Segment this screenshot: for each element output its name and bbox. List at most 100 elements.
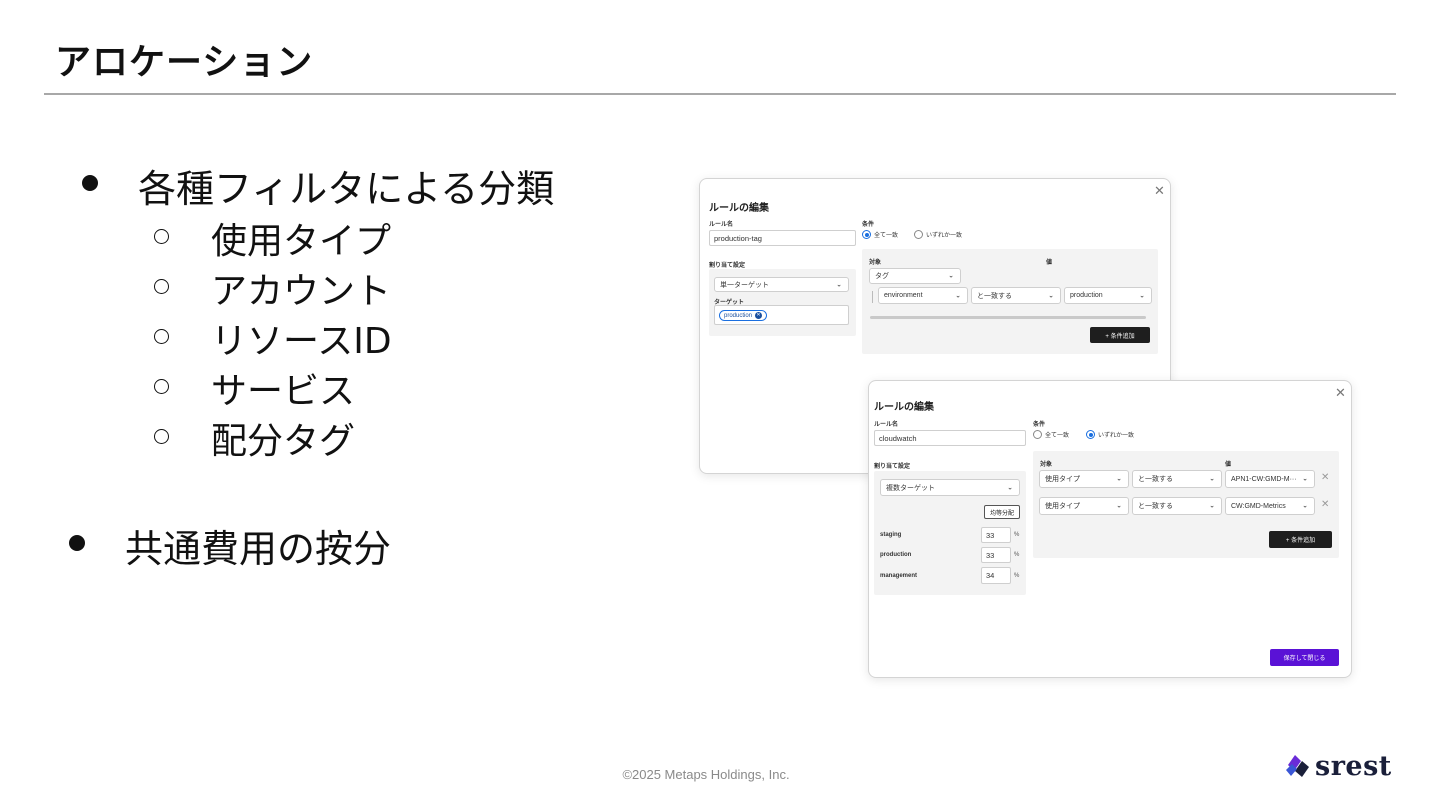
target-name: production bbox=[880, 552, 912, 558]
condition-target-select[interactable]: 使用タイプ ⌄ bbox=[1039, 497, 1129, 515]
sub-bullet-text: アカウント bbox=[211, 271, 392, 312]
sub-bullet-ring bbox=[154, 429, 169, 444]
target-name: staging bbox=[880, 532, 902, 538]
tag-key-select[interactable]: environment ⌄ bbox=[878, 287, 968, 304]
remove-icon[interactable]: ✕ bbox=[1321, 499, 1329, 510]
col-target-label: 対象 bbox=[1040, 462, 1053, 468]
operator-value: と一致する bbox=[1138, 476, 1173, 483]
radio-match-all[interactable]: 全て一致 bbox=[862, 230, 898, 239]
radio-unselected-icon bbox=[914, 230, 923, 239]
radio-label: いずれか一致 bbox=[926, 233, 963, 239]
add-condition-button[interactable]: + 条件追加 bbox=[1090, 327, 1150, 343]
operator-select[interactable]: と一致する ⌄ bbox=[971, 287, 1061, 304]
target-mode-select[interactable]: 複数ターゲット ⌄ bbox=[880, 479, 1020, 496]
condition-target-value: 使用タイプ bbox=[1045, 476, 1080, 483]
rule-name-label: ルール名 bbox=[874, 422, 899, 428]
nesting-indicator bbox=[872, 291, 873, 303]
rule-name-input[interactable]: cloudwatch bbox=[874, 430, 1026, 446]
allocation-panel: 単一ターゲット ⌄ ターゲット production ✕ bbox=[709, 269, 856, 336]
sub-bullet-text: リソースID bbox=[211, 321, 392, 362]
tag-key-value: environment bbox=[884, 292, 923, 299]
chevron-down-icon: ⌄ bbox=[1209, 502, 1215, 510]
remove-icon[interactable]: ✕ bbox=[1321, 472, 1329, 483]
sub-bullet-ring bbox=[154, 329, 169, 344]
radio-unselected-icon bbox=[1033, 430, 1042, 439]
radio-match-any[interactable]: いずれか一致 bbox=[914, 230, 962, 239]
rule-name-input[interactable]: production-tag bbox=[709, 230, 856, 246]
close-icon[interactable]: ✕ bbox=[1154, 183, 1165, 199]
tag-value-select[interactable]: production ⌄ bbox=[1064, 287, 1152, 304]
close-icon[interactable]: ✕ bbox=[1335, 385, 1346, 401]
bullet-1-text: 各種フィルタによる分類 bbox=[138, 167, 555, 211]
rule-edit-dialog-2: ✕ ルールの編集 ルール名 cloudwatch 割り当て設定 複数ターゲット … bbox=[868, 380, 1352, 678]
srest-logo: srest bbox=[1283, 749, 1392, 783]
sub-bullet: 使用タイプ bbox=[154, 212, 392, 264]
radio-selected-icon bbox=[862, 230, 871, 239]
condition-value-select[interactable]: APN1-CW:GMD-M··· ⌄ bbox=[1225, 470, 1315, 488]
conditions-panel: 対象 値 使用タイプ ⌄ と一致する ⌄ APN1-CW:GMD-M··· ⌄ … bbox=[1033, 451, 1339, 558]
chevron-down-icon: ⌄ bbox=[1048, 292, 1054, 300]
target-percent-input[interactable]: 34 bbox=[981, 567, 1011, 584]
slide-title: アロケーション bbox=[55, 42, 314, 83]
chevron-down-icon: ⌄ bbox=[1139, 292, 1145, 300]
conditions-label: 条件 bbox=[1033, 422, 1046, 428]
chip-remove-icon[interactable]: ✕ bbox=[755, 312, 763, 319]
equal-split-button[interactable]: 均等分配 bbox=[984, 505, 1020, 519]
sub-bullet-ring bbox=[154, 279, 169, 294]
target-chip-label: production bbox=[724, 312, 753, 319]
condition-target-select[interactable]: タグ ⌄ bbox=[869, 268, 961, 284]
allocation-label: 割り当て設定 bbox=[709, 263, 746, 269]
chevron-down-icon: ⌄ bbox=[1209, 475, 1215, 483]
col-value-label: 値 bbox=[1046, 260, 1053, 266]
target-percent-input[interactable]: 33 bbox=[981, 547, 1011, 563]
operator-select[interactable]: と一致する ⌄ bbox=[1132, 497, 1222, 515]
radio-label: 全て一致 bbox=[1045, 433, 1070, 439]
operator-select[interactable]: と一致する ⌄ bbox=[1132, 470, 1222, 488]
col-target-label: 対象 bbox=[869, 260, 882, 266]
horizontal-scrollbar[interactable] bbox=[870, 316, 1146, 319]
title-divider bbox=[44, 93, 1396, 95]
save-close-button[interactable]: 保存して閉じる bbox=[1270, 649, 1339, 666]
operator-value: と一致する bbox=[1138, 503, 1173, 510]
chevron-down-icon: ⌄ bbox=[1302, 502, 1308, 510]
condition-target-select[interactable]: 使用タイプ ⌄ bbox=[1039, 470, 1129, 488]
target-percent-input[interactable]: 33 bbox=[981, 527, 1011, 543]
sub-bullet: リソースID bbox=[154, 312, 392, 364]
conditions-panel: 対象 値 タグ ⌄ environment ⌄ と一致する ⌄ producti… bbox=[862, 249, 1158, 354]
target-mode-value: 複数ターゲット bbox=[886, 484, 935, 492]
allocation-panel: 複数ターゲット ⌄ 均等分配 staging 33 % production 3… bbox=[874, 471, 1026, 595]
condition-value-value: CW:GMD-Metrics bbox=[1231, 502, 1286, 510]
bullet-1: 各種フィルタによる分類 bbox=[82, 158, 555, 213]
target-mode-select[interactable]: 単一ターゲット ⌄ bbox=[714, 277, 849, 292]
condition-target-value: タグ bbox=[875, 273, 889, 280]
logo-text: srest bbox=[1315, 750, 1392, 782]
col-value-label: 値 bbox=[1225, 462, 1232, 468]
target-chip[interactable]: production ✕ bbox=[719, 310, 768, 321]
bullet-2: 共通費用の按分 bbox=[69, 518, 391, 573]
chevron-down-icon: ⌄ bbox=[948, 272, 954, 280]
add-condition-button[interactable]: + 条件追加 bbox=[1269, 531, 1332, 548]
sub-bullet: アカウント bbox=[154, 262, 392, 314]
copyright: ©2025 Metaps Holdings, Inc. bbox=[622, 767, 790, 782]
radio-match-all[interactable]: 全て一致 bbox=[1033, 430, 1069, 439]
sub-bullet-ring bbox=[154, 379, 169, 394]
target-input[interactable]: production ✕ bbox=[714, 305, 849, 325]
chevron-down-icon: ⌄ bbox=[1007, 484, 1013, 492]
percent-unit: % bbox=[1014, 552, 1020, 558]
radio-label: いずれか一致 bbox=[1098, 433, 1135, 439]
chevron-down-icon: ⌄ bbox=[1302, 475, 1308, 483]
radio-match-any[interactable]: いずれか一致 bbox=[1086, 430, 1134, 439]
chevron-down-icon: ⌄ bbox=[1116, 502, 1122, 510]
chevron-down-icon: ⌄ bbox=[955, 292, 961, 300]
chevron-down-icon: ⌄ bbox=[836, 281, 842, 289]
dialog-title: ルールの編集 bbox=[874, 402, 934, 413]
target-mode-value: 単一ターゲット bbox=[720, 281, 769, 289]
sub-bullet-text: 使用タイプ bbox=[211, 221, 392, 262]
tag-value-value: production bbox=[1070, 292, 1103, 299]
conditions-label: 条件 bbox=[862, 222, 875, 228]
condition-target-value: 使用タイプ bbox=[1045, 503, 1080, 510]
condition-value-select[interactable]: CW:GMD-Metrics ⌄ bbox=[1225, 497, 1315, 515]
allocation-label: 割り当て設定 bbox=[874, 464, 911, 470]
operator-value: と一致する bbox=[977, 292, 1012, 300]
target-name: management bbox=[880, 573, 918, 579]
